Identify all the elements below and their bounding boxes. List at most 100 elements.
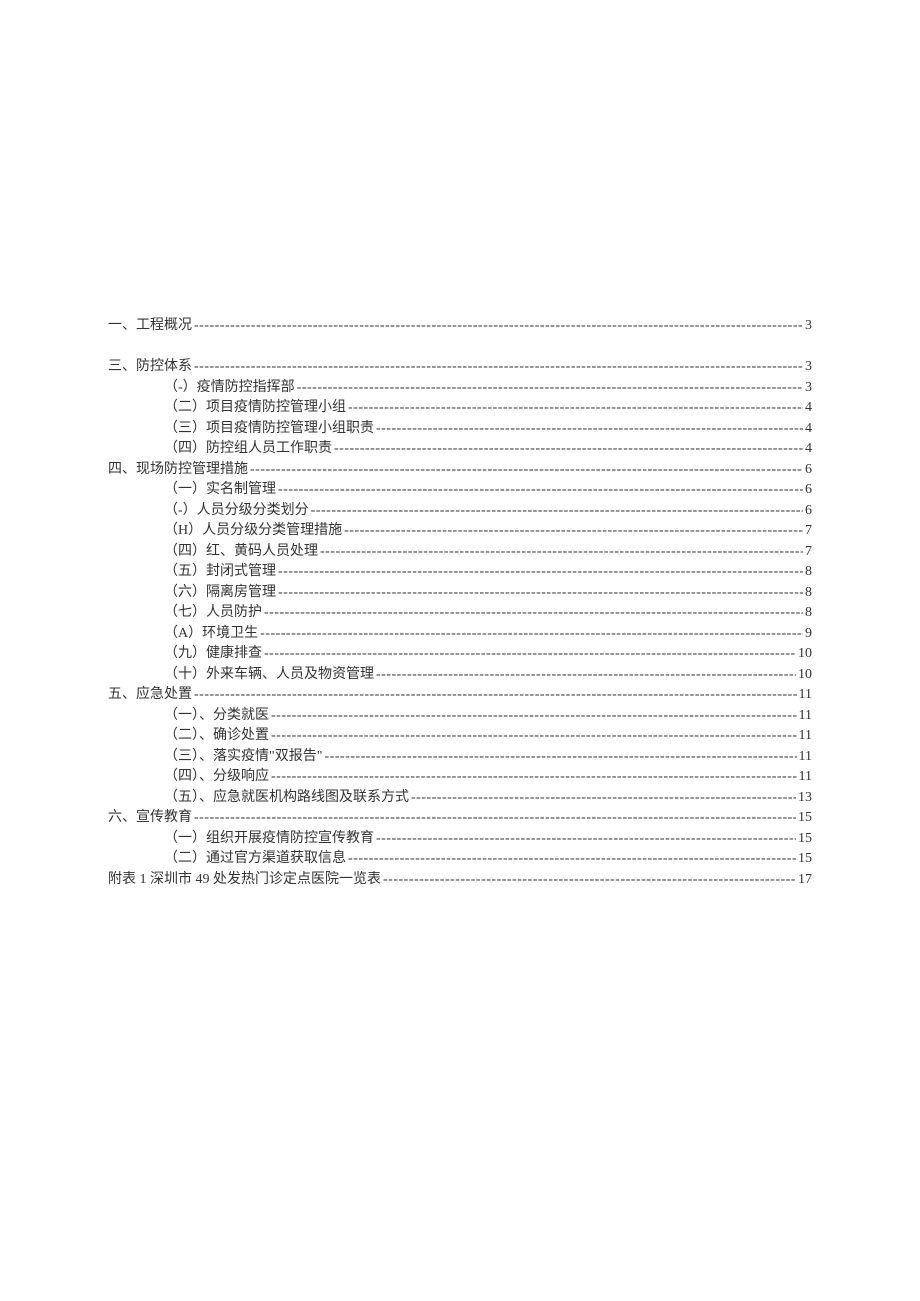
toc-leader xyxy=(374,829,796,850)
toc-entry: （七）人员防护 8 xyxy=(108,603,812,624)
toc-entry: （四）红、黄码人员处理 7 xyxy=(108,542,812,563)
toc-leader xyxy=(295,378,803,399)
toc-entry: （-）人员分级分类划分 6 xyxy=(108,501,812,522)
toc-title: （二）通过官方渠道获取信息 xyxy=(164,849,346,870)
toc-leader xyxy=(192,316,803,337)
toc-page: 6 xyxy=(803,480,812,501)
toc-entry: （一）、分类就医11 xyxy=(108,706,812,727)
toc-entry: （H）人员分级分类管理措施 7 xyxy=(108,521,812,542)
toc-entry: 附表 1 深圳市 49 处发热门诊定点医院一览表 17 xyxy=(108,870,812,891)
toc-page: 15 xyxy=(796,808,812,829)
toc-leader xyxy=(258,624,803,645)
toc-title: （二）项目疫情防控管理小组 xyxy=(164,398,346,419)
toc-title: （二）、确诊处置 xyxy=(164,726,269,747)
toc-title: （三）、落实疫情"双报告" xyxy=(164,747,322,768)
toc-title: （六）隔离房管理 xyxy=(164,583,276,604)
toc-page: 11 xyxy=(797,726,812,747)
toc-entry: （三）、落实疫情"双报告" 11 xyxy=(108,747,812,768)
toc-page: 13 xyxy=(796,788,812,809)
toc-page: 10 xyxy=(796,665,812,686)
toc-entry: （一）实名制管理 6 xyxy=(108,480,812,501)
toc-page: 11 xyxy=(797,685,812,706)
toc-leader xyxy=(262,603,803,624)
toc-entry: （五）封闭式管理 8 xyxy=(108,562,812,583)
toc-leader xyxy=(192,808,796,829)
toc-page: 3 xyxy=(803,316,812,337)
toc-leader xyxy=(269,726,797,747)
toc-entry: 一、工程概况 3 xyxy=(108,316,812,337)
toc-page: 11 xyxy=(797,767,812,788)
toc-page: 3 xyxy=(803,357,812,378)
toc-leader xyxy=(269,706,797,727)
toc-title: （十）外来车辆、人员及物资管理 xyxy=(164,665,374,686)
toc-entry: （四）、分级响应 11 xyxy=(108,767,812,788)
toc-page: 7 xyxy=(803,542,812,563)
toc-title: 四、现场防控管理措施 xyxy=(108,460,248,481)
toc-leader xyxy=(346,849,796,870)
toc-entry: （二）通过官方渠道获取信息 15 xyxy=(108,849,812,870)
toc-title: 五、应急处置 xyxy=(108,685,192,706)
toc-title: （四）防控组人员工作职责 xyxy=(164,439,332,460)
toc-leader xyxy=(318,542,803,563)
toc-leader xyxy=(192,357,803,378)
toc-leader xyxy=(309,501,803,522)
toc-page: 8 xyxy=(803,583,812,604)
toc-title: （三）项目疫情防控管理小组职责 xyxy=(164,419,374,440)
toc-page: 8 xyxy=(803,562,812,583)
toc-entry: 五、应急处置 11 xyxy=(108,685,812,706)
table-of-contents: 一、工程概况3三、防控体系3（-）疫情防控指挥部3（二）项目疫情防控管理小组4（… xyxy=(108,316,812,890)
toc-title: （四）红、黄码人员处理 xyxy=(164,542,318,563)
toc-leader xyxy=(262,644,796,665)
toc-title: 三、防控体系 xyxy=(108,357,192,378)
toc-entry: （二）、确诊处置 11 xyxy=(108,726,812,747)
toc-title: （-）疫情防控指挥部 xyxy=(164,378,295,399)
toc-entry: （九）健康排查 10 xyxy=(108,644,812,665)
toc-leader xyxy=(276,583,803,604)
toc-title: （H）人员分级分类管理措施 xyxy=(164,521,342,542)
toc-title: （A）环境卫生 xyxy=(164,624,258,645)
toc-title: 一、工程概况 xyxy=(108,316,192,337)
toc-page: 6 xyxy=(803,501,812,522)
toc-leader xyxy=(192,685,797,706)
toc-page: 4 xyxy=(803,398,812,419)
toc-page: 7 xyxy=(803,521,812,542)
toc-entry: （四）防控组人员工作职责 4 xyxy=(108,439,812,460)
toc-leader xyxy=(374,419,803,440)
toc-page: 15 xyxy=(796,849,812,870)
toc-entry: （五）、应急就医机构路线图及联系方式 13 xyxy=(108,788,812,809)
toc-page: 17 xyxy=(796,870,812,891)
toc-page: 8 xyxy=(803,603,812,624)
toc-entry: 四、现场防控管理措施 6 xyxy=(108,460,812,481)
toc-leader xyxy=(342,521,803,542)
toc-title: 附表 1 深圳市 49 处发热门诊定点医院一览表 xyxy=(108,870,381,891)
toc-page: 4 xyxy=(803,439,812,460)
toc-title: （四）、分级响应 xyxy=(164,767,269,788)
toc-page: 11 xyxy=(797,747,812,768)
toc-title: （一）组织开展疫情防控宣传教育 xyxy=(164,829,374,850)
toc-entry: （-）疫情防控指挥部3 xyxy=(108,378,812,399)
toc-title: （九）健康排查 xyxy=(164,644,262,665)
toc-title: （七）人员防护 xyxy=(164,603,262,624)
toc-title: （五）、应急就医机构路线图及联系方式 xyxy=(164,788,409,809)
toc-page: 4 xyxy=(803,419,812,440)
toc-title: （一）实名制管理 xyxy=(164,480,276,501)
toc-leader xyxy=(276,480,803,501)
toc-title: （-）人员分级分类划分 xyxy=(164,501,309,522)
toc-page: 6 xyxy=(803,460,812,481)
toc-entry: （三）项目疫情防控管理小组职责 4 xyxy=(108,419,812,440)
toc-title: 六、宣传教育 xyxy=(108,808,192,829)
toc-page: 9 xyxy=(803,624,812,645)
toc-leader xyxy=(374,665,796,686)
toc-entry: （六）隔离房管理 8 xyxy=(108,583,812,604)
toc-leader xyxy=(381,870,796,891)
toc-page: 11 xyxy=(797,706,812,727)
toc-leader xyxy=(269,767,797,788)
toc-page: 10 xyxy=(796,644,812,665)
toc-leader xyxy=(276,562,803,583)
toc-leader xyxy=(248,460,803,481)
toc-leader xyxy=(346,398,803,419)
toc-entry: （A）环境卫生 9 xyxy=(108,624,812,645)
toc-title: （五）封闭式管理 xyxy=(164,562,276,583)
toc-entry: 六、宣传教育 15 xyxy=(108,808,812,829)
toc-page: 15 xyxy=(796,829,812,850)
